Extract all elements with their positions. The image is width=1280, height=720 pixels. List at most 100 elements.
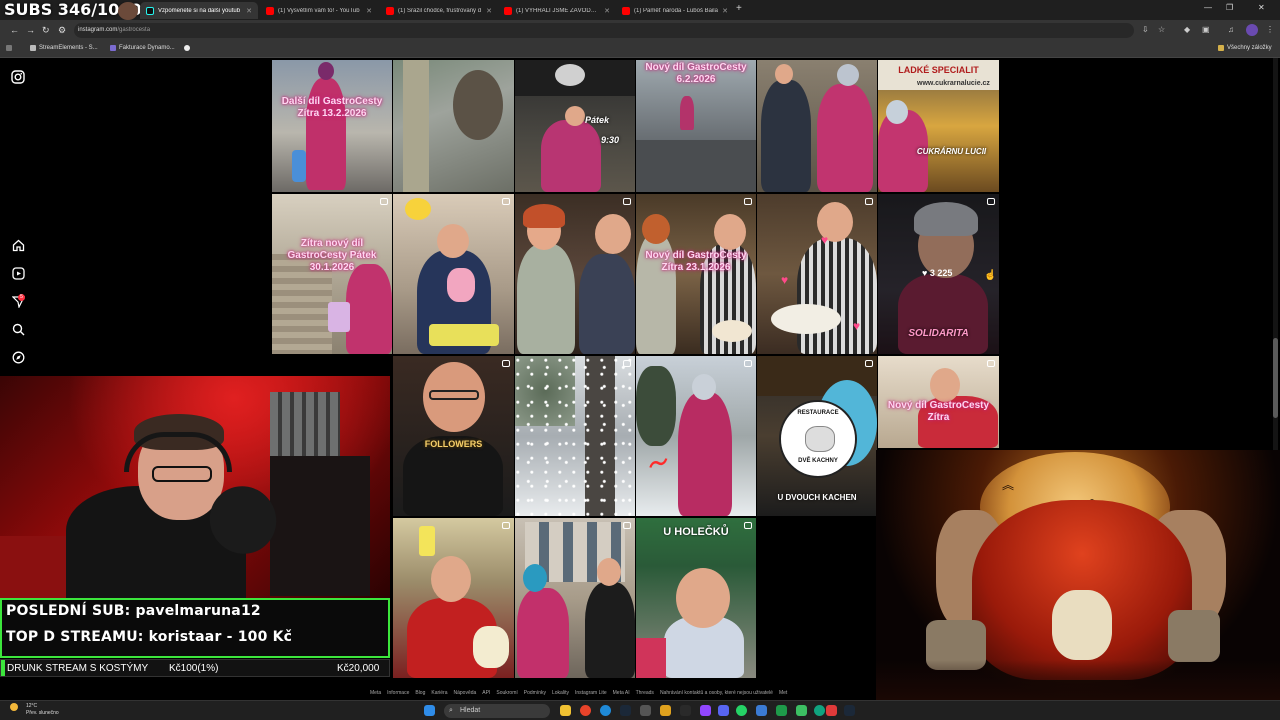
stream-info-banner: POSLEDNÍ SUB: pavelmaruna12 TOP D STREAM… [0, 598, 390, 658]
install-icon[interactable]: ⇩ [1142, 25, 1149, 34]
footer-link[interactable]: Kariéra [431, 690, 447, 696]
post-tile[interactable] [515, 518, 635, 678]
tab-youtube-4[interactable]: (1) Paměť národa - Luboš Baila ✕ [616, 2, 734, 19]
url-field[interactable]: instagram.com/gastrocesta [74, 23, 1134, 38]
instagram-logo-icon[interactable] [10, 70, 26, 86]
site-info-icon[interactable]: ⚙ [58, 25, 66, 36]
windows-start-icon[interactable] [424, 705, 435, 716]
tab-youtube-3[interactable]: (1) VYHRÁLI JSME ZÁVODY NA ✕ [498, 2, 616, 19]
menu-icon[interactable]: ⋮ [1266, 25, 1274, 34]
post-tile[interactable]: ♥ ♥ ♥ [757, 194, 877, 354]
taskbar-search[interactable]: ⌕ Hledat [444, 704, 550, 718]
mouse-cursor-icon: ☝ [984, 270, 997, 281]
puzzle-icon[interactable]: ▣ [1202, 25, 1210, 34]
file-explorer-icon[interactable] [560, 705, 571, 716]
close-window-icon[interactable]: ✕ [1258, 3, 1265, 12]
extension-icon[interactable]: ◆ [1184, 25, 1190, 34]
scrollbar-thumb[interactable] [1273, 338, 1278, 418]
post-tile[interactable]: FOLLOWERS [393, 356, 514, 516]
footer-link[interactable]: Instagram Lite [575, 690, 607, 696]
minimize-icon[interactable]: — [1204, 3, 1212, 12]
reels-icon[interactable] [10, 267, 26, 283]
chrome-icon[interactable] [580, 705, 591, 716]
bookmark-fakturace[interactable]: Fakturace Dynamo... [110, 45, 175, 51]
reload-icon[interactable]: ↻ [42, 25, 50, 36]
footer-link[interactable]: Soukromí [496, 690, 517, 696]
forward-icon[interactable]: → [26, 25, 35, 35]
new-tab-button[interactable]: + [736, 3, 742, 14]
footer-link[interactable]: Informace [387, 690, 409, 696]
maximize-icon[interactable]: ❐ [1226, 3, 1233, 12]
app-icon[interactable] [660, 705, 671, 716]
post-tile[interactable]: Pátek 9:30 [515, 60, 635, 192]
post-tile[interactable] [757, 60, 877, 192]
whatsapp-icon[interactable] [736, 705, 747, 716]
app-icon[interactable] [640, 705, 651, 716]
bookmark-icon [30, 45, 36, 51]
top-donor-text: TOP D STREAMU: koristaar - 100 Kč [6, 629, 293, 645]
footer-link[interactable]: Blog [415, 690, 425, 696]
reel-icon [865, 360, 873, 367]
twitch-icon[interactable] [700, 705, 711, 716]
home-icon[interactable] [10, 239, 26, 255]
post-tile[interactable] [515, 194, 635, 354]
explore-icon[interactable] [10, 351, 26, 367]
tab-youtube-1[interactable]: (1) Vysvětlím vám to! - YouTub ✕ [260, 2, 378, 19]
chatgpt-icon[interactable] [814, 705, 825, 716]
app-icon[interactable] [796, 705, 807, 716]
post-tile-hovered[interactable]: ♥ 3 225 SOLIDARITA ☝ [878, 194, 999, 354]
footer-link[interactable]: Podmínky [524, 690, 546, 696]
close-icon[interactable]: ✕ [604, 7, 610, 15]
post-tile[interactable]: Nový díl GastroCesty Zítra [878, 356, 999, 448]
discord-icon[interactable] [718, 705, 729, 716]
edge-icon[interactable] [600, 705, 611, 716]
bookmark-streamelements[interactable]: StreamElements - S... [30, 45, 98, 51]
back-icon[interactable]: ← [10, 25, 19, 35]
post-tile[interactable]: Nový díl GastroCesty 6.2.2026 [636, 60, 756, 192]
bookmark-github[interactable] [184, 45, 190, 51]
app-icon[interactable] [680, 705, 691, 716]
xbox-icon[interactable] [776, 705, 787, 716]
bookmark-star-icon[interactable]: ☆ [1158, 25, 1165, 34]
footer-link[interactable]: Threads [636, 690, 654, 696]
post-tile[interactable]: ～ [636, 356, 756, 516]
post-tile[interactable] [393, 518, 514, 678]
footer-link[interactable]: Lokality [552, 690, 569, 696]
post-tile[interactable]: Další díl GastroCesty Zítra 13.2.2026 [272, 60, 392, 192]
plate [771, 304, 841, 334]
goal-progress-fill [1, 660, 5, 676]
footer-link[interactable]: Meta [370, 690, 381, 696]
app-icon[interactable] [756, 705, 767, 716]
steam-icon[interactable] [844, 705, 855, 716]
footer-link[interactable]: Met [779, 690, 787, 696]
post-tile[interactable] [515, 356, 635, 516]
post-tile[interactable]: LADKÉ SPECIALIT www.cukrarnalucie.cz CUK… [878, 60, 999, 192]
profile-avatar[interactable] [1246, 24, 1258, 36]
tab-youtube-2[interactable]: (1) Srazil chodce, frustrovaný d ✕ [380, 2, 498, 19]
reel-icon [987, 198, 995, 205]
footer-link[interactable]: API [482, 690, 490, 696]
app-icon[interactable] [826, 705, 837, 716]
close-icon[interactable]: ✕ [722, 7, 728, 15]
post-tile[interactable] [393, 194, 514, 354]
close-icon[interactable]: ✕ [366, 7, 372, 15]
all-bookmarks[interactable]: Všechny záložky [1218, 45, 1272, 51]
close-icon[interactable]: ✕ [246, 7, 252, 15]
media-icon[interactable]: ♫ [1228, 25, 1234, 34]
footer-link[interactable]: Meta AI [613, 690, 630, 696]
post-tile[interactable]: U HOLEČKŮ [636, 518, 756, 678]
peppa-pig-sticker [447, 268, 475, 302]
post-tile[interactable] [393, 60, 514, 192]
post-tile[interactable]: Zítra nový díl GastroCesty Pátek 30.1.20… [272, 194, 392, 354]
post-tile[interactable]: Nový díl GastroCesty Zítra 23.1.2026 [636, 194, 756, 354]
post-tile[interactable]: RESTAURACE DVĚ KACHNY U DVOUCH KACHEN [757, 356, 877, 516]
heart-icon: ♥ [821, 233, 829, 247]
tab-tiktok[interactable]: Vzpomenete si na další youtub ✕ [140, 2, 258, 19]
footer-link[interactable]: Nahrávání kontaktů a osoby, které nejsou… [660, 690, 773, 696]
footer-link[interactable]: Nápověda [454, 690, 477, 696]
steam-icon[interactable] [620, 705, 631, 716]
apps-icon[interactable] [6, 45, 12, 51]
search-icon[interactable] [10, 323, 26, 339]
weather-widget[interactable]: 12°C Přev. slunečno [10, 703, 59, 716]
close-icon[interactable]: ✕ [486, 7, 492, 15]
